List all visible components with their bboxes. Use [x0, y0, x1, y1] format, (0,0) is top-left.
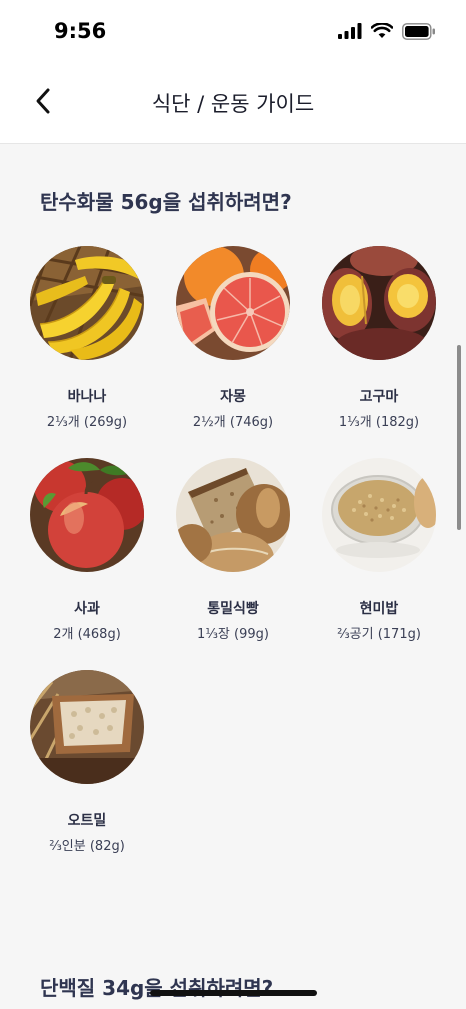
- home-indicator[interactable]: [150, 990, 317, 996]
- page-title: 식단 / 운동 가이드: [151, 92, 315, 116]
- status-bar: 9:56: [0, 0, 466, 62]
- food-item-apple[interactable]: 사과 2개 (468g): [17, 458, 157, 642]
- food-amount: 1⅓장 (99g): [197, 627, 269, 642]
- food-amount: 2½개 (746g): [192, 415, 274, 430]
- food-name: 현미밥: [359, 601, 399, 617]
- oatmeal-icon: [30, 670, 144, 784]
- food-name: 고구마: [359, 389, 399, 405]
- apple-icon: [30, 458, 144, 572]
- signal-icon: [338, 23, 362, 39]
- food-amount: 1⅓개 (182g): [338, 415, 420, 430]
- food-name: 오트밀: [67, 813, 107, 829]
- food-item-whole-wheat-bread[interactable]: 통밀식빵 1⅓장 (99g): [163, 458, 303, 642]
- food-item-oatmeal[interactable]: 오트밀 ⅔인분 (82g): [17, 670, 157, 854]
- food-item-brown-rice[interactable]: 현미밥 ⅔공기 (171g): [309, 458, 449, 642]
- brown-rice-icon: [322, 458, 436, 572]
- guide-content[interactable]: 탄수화물 56g을 섭취하려면? 바나나 2⅓개 (269g) 자몽 2½개 (…: [0, 145, 466, 1009]
- sweet-potato-icon: [322, 246, 436, 360]
- food-name: 자몽: [220, 389, 246, 405]
- status-time: 9:56: [54, 19, 107, 43]
- nav-header: 식단 / 운동 가이드: [0, 62, 466, 144]
- grapefruit-icon: [176, 246, 290, 360]
- status-icons: [338, 20, 436, 42]
- food-amount: 2⅓개 (269g): [46, 415, 128, 430]
- food-name: 사과: [74, 601, 100, 617]
- bread-icon: [176, 458, 290, 572]
- food-name: 통밀식빵: [207, 601, 259, 617]
- section-title-carbs: 탄수화물 56g을 섭취하려면?: [40, 190, 292, 214]
- food-item-grapefruit[interactable]: 자몽 2½개 (746g): [163, 246, 303, 430]
- wifi-icon: [371, 23, 393, 38]
- battery-icon: [402, 22, 435, 40]
- banana-icon: [30, 246, 144, 360]
- scrollbar[interactable]: [457, 345, 461, 530]
- food-name: 바나나: [67, 389, 107, 405]
- food-item-sweet-potato[interactable]: 고구마 1⅓개 (182g): [309, 246, 449, 430]
- food-amount: 2개 (468g): [53, 627, 121, 642]
- food-item-banana[interactable]: 바나나 2⅓개 (269g): [17, 246, 157, 430]
- section-title-protein: 단백질 34g을 섭취하려면?: [40, 976, 274, 1000]
- food-amount: ⅔인분 (82g): [49, 839, 125, 854]
- food-amount: ⅔공기 (171g): [337, 627, 421, 642]
